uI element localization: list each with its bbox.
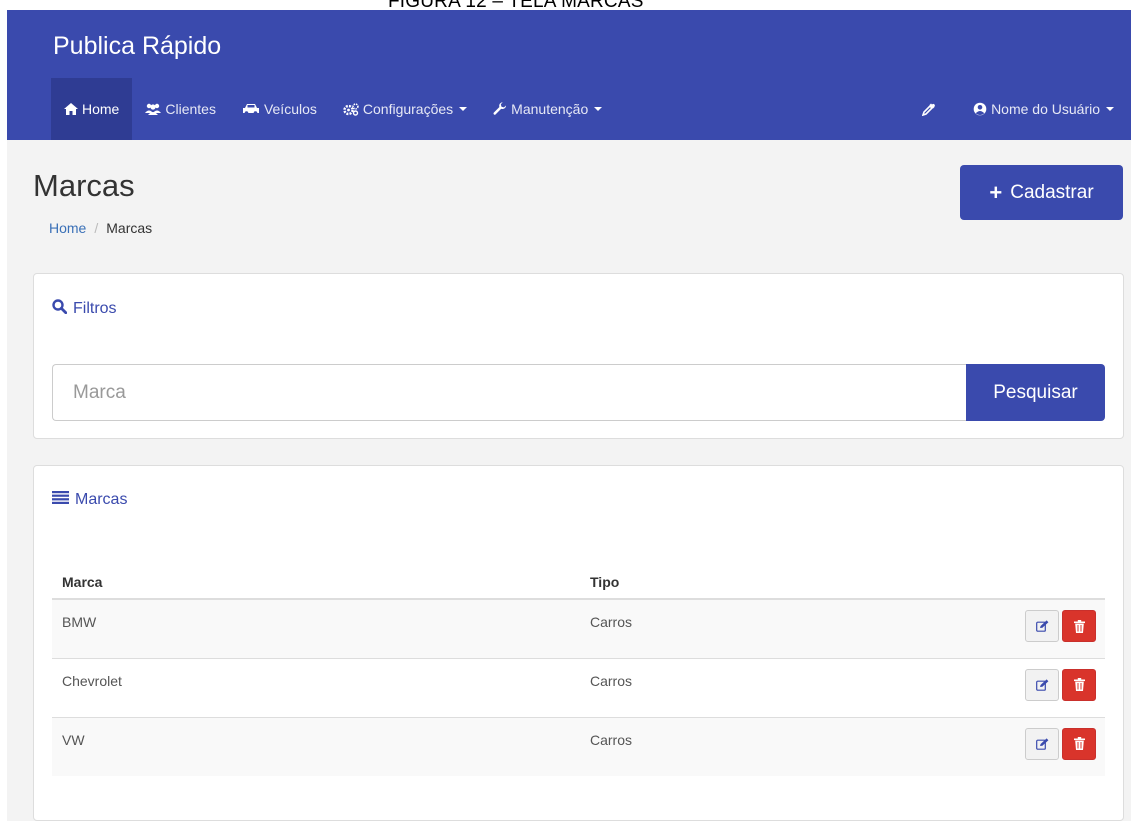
home-icon xyxy=(64,103,78,115)
nav-item-clientes[interactable]: Clientes xyxy=(132,78,229,140)
edit-button[interactable] xyxy=(1025,668,1059,701)
edit-icon xyxy=(1035,678,1048,691)
nav-item-veiculos[interactable]: Veículos xyxy=(229,78,330,140)
cadastrar-label: Cadastrar xyxy=(1010,181,1094,203)
app-window: Publica Rápido Home Clientes Veículos Co… xyxy=(7,10,1131,821)
table-header-row: Marca Tipo xyxy=(52,566,1105,600)
nav-item-eyedropper[interactable] xyxy=(898,78,960,140)
filters-title: Filtros xyxy=(73,300,117,317)
breadcrumb-current: Marcas xyxy=(106,220,153,236)
nav-home-label: Home xyxy=(82,101,120,117)
cell-marca: VW xyxy=(52,716,580,776)
column-header-actions xyxy=(794,566,1105,600)
breadcrumb-home[interactable]: Home xyxy=(49,220,86,236)
table-row: Chevrolet Carros xyxy=(52,657,1105,717)
nav-user-label: Nome do Usuário xyxy=(991,101,1100,117)
row-actions xyxy=(794,716,1105,776)
list-icon xyxy=(52,491,69,509)
page-title: Marcas xyxy=(33,168,135,203)
brand-name[interactable]: Publica Rápido xyxy=(53,32,221,61)
nav-item-user[interactable]: Nome do Usuário xyxy=(960,78,1131,140)
cadastrar-button[interactable]: + Cadastrar xyxy=(960,165,1123,220)
search-icon xyxy=(52,299,68,319)
plus-icon: + xyxy=(989,179,1003,205)
filters-panel: Filtros Pesquisar xyxy=(33,273,1124,439)
top-navbar: Publica Rápido Home Clientes Veículos Co… xyxy=(7,10,1131,140)
cell-marca: BMW xyxy=(52,598,580,658)
filters-heading: Filtros xyxy=(52,299,117,319)
column-header-marca: Marca xyxy=(52,566,580,600)
row-actions xyxy=(794,598,1105,658)
marcas-panel: Marcas Marca Tipo BMW Carros Chevrolet C… xyxy=(33,465,1124,821)
main-nav: Home Clientes Veículos Configurações Man… xyxy=(51,78,615,140)
row-actions xyxy=(794,657,1105,717)
marcas-table: Marca Tipo BMW Carros Chevrolet Carros V… xyxy=(52,566,1105,776)
nav-item-configuracoes[interactable]: Configurações xyxy=(330,78,480,140)
nav-manutencao-label: Manutenção xyxy=(511,101,589,117)
wrench-icon xyxy=(493,102,507,116)
search-group: Pesquisar xyxy=(52,364,1105,421)
search-button[interactable]: Pesquisar xyxy=(966,364,1105,421)
nav-item-manutencao[interactable]: Manutenção xyxy=(480,78,615,140)
user-nav: Nome do Usuário xyxy=(898,78,1131,140)
delete-button[interactable] xyxy=(1062,727,1096,760)
chevron-down-icon xyxy=(1106,107,1114,111)
nav-configuracoes-label: Configurações xyxy=(362,101,454,117)
delete-button[interactable] xyxy=(1062,610,1096,642)
cell-marca: Chevrolet xyxy=(52,657,580,717)
chevron-down-icon xyxy=(459,107,468,111)
marcas-heading: Marcas xyxy=(52,491,127,509)
users-icon xyxy=(145,103,162,115)
edit-icon xyxy=(1035,737,1048,750)
chevron-down-icon xyxy=(594,107,603,111)
trash-icon xyxy=(1073,619,1085,633)
eyedropper-icon xyxy=(922,102,936,116)
delete-button[interactable] xyxy=(1062,668,1096,701)
search-input[interactable] xyxy=(52,364,966,421)
marcas-title: Marcas xyxy=(75,491,128,508)
breadcrumb: Home / Marcas xyxy=(49,220,152,236)
table-row: BMW Carros xyxy=(52,598,1105,658)
breadcrumb-separator: / xyxy=(94,220,99,236)
table-row: VW Carros xyxy=(52,716,1105,776)
user-circle-icon xyxy=(973,102,987,116)
trash-icon xyxy=(1073,678,1085,691)
nav-item-home[interactable]: Home xyxy=(51,78,133,140)
cogs-icon xyxy=(343,102,359,116)
car-icon xyxy=(242,103,260,115)
nav-veiculos-label: Veículos xyxy=(263,101,317,117)
cell-tipo: Carros xyxy=(580,598,795,658)
column-header-tipo: Tipo xyxy=(580,566,795,600)
trash-icon xyxy=(1073,737,1085,750)
edit-button[interactable] xyxy=(1025,727,1059,760)
cell-tipo: Carros xyxy=(580,657,795,717)
edit-button[interactable] xyxy=(1025,610,1059,642)
edit-icon xyxy=(1035,620,1048,632)
cell-tipo: Carros xyxy=(580,716,795,776)
nav-clientes-label: Clientes xyxy=(165,101,216,117)
figure-caption: FIGURA 12 – TELA MARCAS xyxy=(0,0,1131,10)
figure-caption-text: FIGURA 12 – TELA MARCAS xyxy=(388,0,644,10)
